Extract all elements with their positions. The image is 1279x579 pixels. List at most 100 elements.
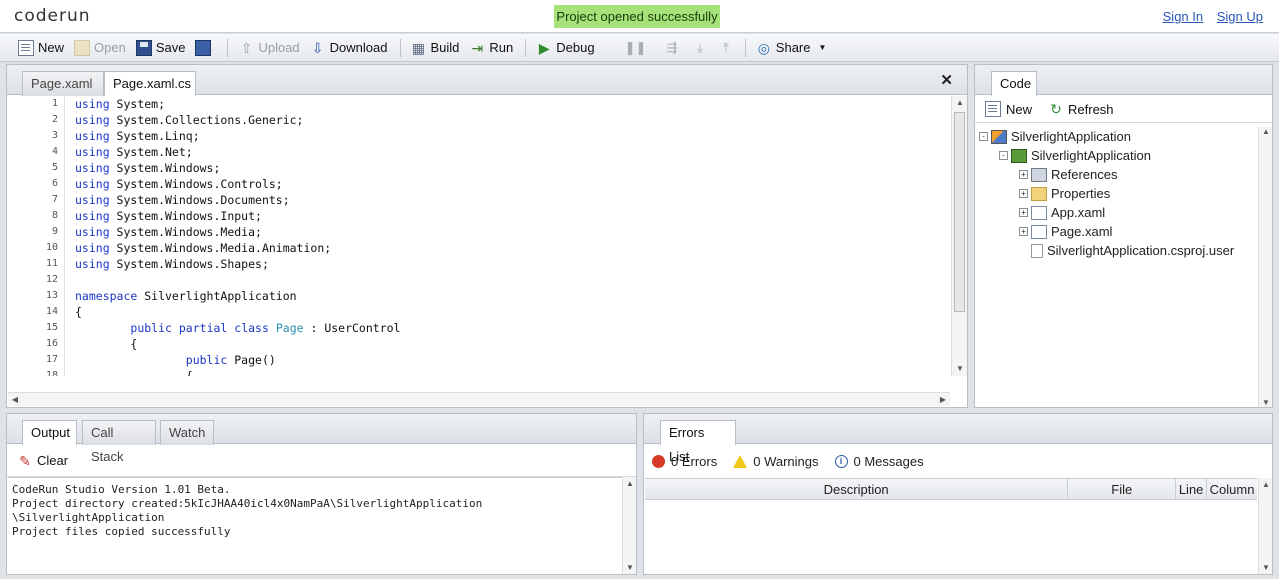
code-line[interactable]: 8 using System.Windows.Input; [8,208,958,224]
folder-icon [1031,186,1047,201]
expand-icon[interactable]: + [1019,189,1028,198]
code-line[interactable]: 15 public partial class Page : UserContr… [8,320,958,336]
editor-vertical-scrollbar[interactable]: ▲ ▼ [951,96,967,376]
output-vertical-scrollbar[interactable]: ▲ ▼ [622,477,636,574]
line-number: 3 [51,130,58,141]
new-button[interactable]: New [14,37,68,59]
refresh-button[interactable]: ↻ Refresh [1044,98,1118,120]
tree-node[interactable]: + References [979,165,1254,184]
code-line[interactable]: 1 using System; [8,96,958,112]
code-line[interactable]: 10 using System.Windows.Media.Animation; [8,240,958,256]
code-line[interactable]: 14 { [8,304,958,320]
save-button[interactable]: Save [132,37,190,59]
scroll-left-icon[interactable]: ◀ [8,393,22,407]
clear-button[interactable]: ✎ Clear [13,450,72,472]
column-description[interactable]: Description [645,479,1069,500]
code-line[interactable]: 2 using System.Collections.Generic; [8,112,958,128]
step-into-icon[interactable]: ⤓ [697,40,703,56]
tab-code[interactable]: Code [991,71,1037,96]
expand-icon[interactable]: + [1019,227,1028,236]
expand-icon[interactable]: + [1019,170,1028,179]
gutter-divider [64,272,65,288]
tab-page-xaml[interactable]: Page.xaml [22,71,104,96]
tab-page-xaml-cs[interactable]: Page.xaml.cs [104,71,196,96]
code-line[interactable]: 18 { [8,368,958,376]
log-line: Project files copied successfully [12,525,231,538]
step-out-icon[interactable]: ⤒ [723,40,729,56]
scroll-thumb[interactable] [954,112,965,312]
log-line: CodeRun Studio Version 1.01 Beta. [12,483,231,496]
tab-watch[interactable]: Watch [160,420,214,445]
xaml-file-icon [1031,224,1047,239]
gutter-divider [64,240,65,256]
scroll-down-icon[interactable]: ▼ [952,362,968,376]
collapse-icon[interactable]: - [999,151,1008,160]
code-line[interactable]: 17 public Page() [8,352,958,368]
tab-errors-list[interactable]: Errors List [660,420,736,464]
scroll-up-icon[interactable]: ▲ [952,96,968,110]
tree-node[interactable]: - SilverlightApplication [979,146,1254,165]
collapse-icon[interactable]: - [979,132,988,141]
code-editor[interactable]: 1 using System; 2 using System.Collections.… [8,96,958,376]
warnings-filter[interactable]: 0 Warnings [733,454,819,469]
tab-call-stack[interactable]: Call Stack [82,420,156,464]
column-file[interactable]: File [1068,479,1177,500]
scroll-up-icon[interactable]: ▲ [623,479,637,488]
code-line[interactable]: 12 [8,272,958,288]
errors-vertical-scrollbar[interactable]: ▲ ▼ [1258,478,1272,574]
open-button[interactable]: Open [70,37,130,59]
code-line[interactable]: 9 using System.Windows.Media; [8,224,958,240]
tree-node[interactable]: + Page.xaml [979,222,1254,241]
tab-output[interactable]: Output [22,420,77,445]
editor-horizontal-scrollbar[interactable]: ◀ ▶ [8,392,950,406]
scroll-right-icon[interactable]: ▶ [936,393,950,407]
expand-icon[interactable]: + [1019,208,1028,217]
code-line[interactable]: 16 { [8,336,958,352]
share-button[interactable]: ◎ Share ▼ [752,37,831,59]
download-button[interactable]: ⇩ Download [306,37,392,59]
step-over-icon[interactable]: ⇶ [666,40,677,56]
output-toolbar: ✎ Clear [7,445,636,477]
close-icon[interactable]: ✕ [940,71,953,89]
tree-vertical-scrollbar[interactable]: ▲ ▼ [1258,127,1272,407]
gutter-divider [64,336,65,352]
errors-filter[interactable]: 0 Errors [652,454,717,469]
error-icon [652,455,665,468]
scroll-down-icon[interactable]: ▼ [1259,563,1273,572]
scroll-up-icon[interactable]: ▲ [1259,480,1273,489]
keyword-token: using [75,225,110,239]
tree-node[interactable]: + Properties [979,184,1254,203]
run-button[interactable]: ⇥ Run [465,37,517,59]
code-line[interactable]: 6 using System.Windows.Controls; [8,176,958,192]
code-line[interactable]: 4 using System.Net; [8,144,958,160]
save-all-button[interactable] [191,37,219,59]
messages-filter[interactable]: i0 Messages [834,454,924,469]
column-line[interactable]: Line [1176,479,1208,500]
pause-icon[interactable]: ❚❚ [625,40,647,56]
code-line[interactable]: 5 using System.Windows; [8,160,958,176]
keyword-token: using [75,129,110,143]
tree-node[interactable]: + App.xaml [979,203,1254,222]
code-line[interactable]: 7 using System.Windows.Documents; [8,192,958,208]
code-line[interactable]: 3 using System.Linq; [8,128,958,144]
save-all-icon [195,39,212,56]
debug-button[interactable]: ▶ Debug [532,37,598,59]
gutter-divider [64,128,65,144]
scroll-up-icon[interactable]: ▲ [1259,127,1273,136]
column-column[interactable]: Column [1207,479,1257,500]
tree-node-label: App.xaml [1051,205,1106,220]
errors-panel: Errors List 0 Errors 0 Warnings i0 Messa… [643,413,1273,575]
line-number: 16 [45,338,58,349]
code-line[interactable]: 13 namespace SilverlightApplication [8,288,958,304]
new-item-button[interactable]: New [981,98,1036,120]
upload-button[interactable]: ⇧ Upload [234,37,303,59]
build-button[interactable]: ▦ Build [407,37,464,59]
sign-in-link[interactable]: Sign In [1163,9,1203,24]
sign-up-link[interactable]: Sign Up [1217,9,1263,24]
tree-node[interactable]: - SilverlightApplication [979,127,1254,146]
scroll-down-icon[interactable]: ▼ [1259,398,1273,407]
scroll-down-icon[interactable]: ▼ [623,563,637,572]
tree-node[interactable]: SilverlightApplication.csproj.user [979,241,1254,260]
code-line[interactable]: 11 using System.Windows.Shapes; [8,256,958,272]
